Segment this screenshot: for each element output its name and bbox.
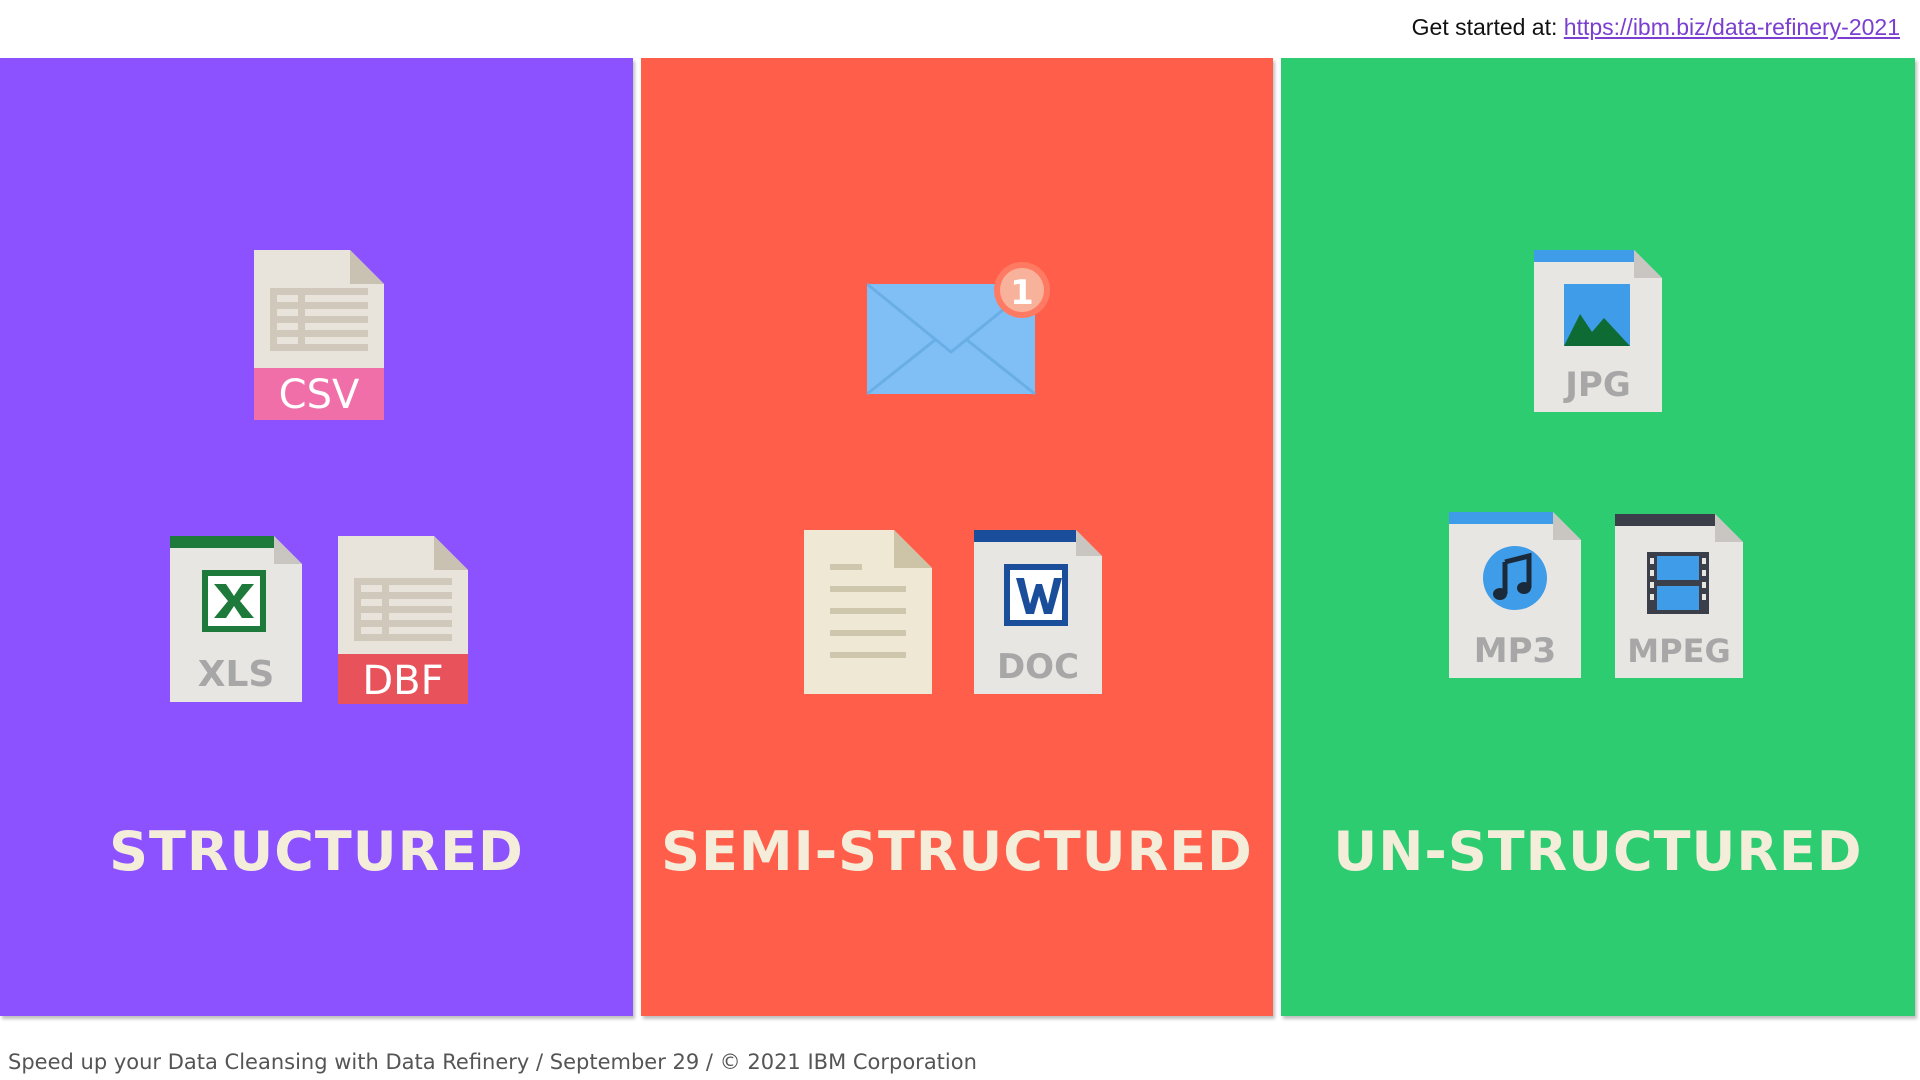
jpg-label: JPG — [1563, 365, 1630, 405]
get-started-label: Get started at: — [1411, 14, 1558, 40]
mpeg-label: MPEG — [1627, 632, 1730, 670]
envelope-icon: 1 — [867, 262, 1050, 396]
semi-structured-title: SEMI-STRUCTURED — [661, 820, 1253, 883]
dbf-label: DBF — [362, 658, 443, 704]
mp3-label: MP3 — [1474, 631, 1556, 671]
doc-file-icon: DOC — [974, 530, 1102, 694]
structured-title: STRUCTURED — [109, 820, 524, 883]
get-started-link[interactable]: https://ibm.biz/data-refinery-2021 — [1564, 14, 1900, 40]
mpeg-file-icon: MPEG — [1615, 514, 1743, 678]
footer-text: Speed up your Data Cleansing with Data R… — [8, 1050, 977, 1074]
xls-label: XLS — [198, 654, 275, 695]
dbf-file-icon: DBF — [338, 536, 468, 704]
csv-label: CSV — [279, 372, 360, 418]
structured-panel: CSV XLS DBF STRUCTURED — [0, 58, 633, 1016]
csv-file-icon: CSV — [254, 250, 384, 420]
semi-structured-panel: 1 DOC SEMI-STRUCTURED — [641, 58, 1273, 1016]
jpg-file-icon: JPG — [1534, 250, 1662, 412]
data-type-panels: CSV XLS DBF STRUCTURED 1 DOC SEMI-STRUCT… — [0, 58, 1915, 1016]
doc-label: DOC — [997, 647, 1079, 687]
get-started-bar: Get started at: https://ibm.biz/data-ref… — [1412, 14, 1900, 41]
xls-file-icon: XLS — [170, 536, 302, 702]
un-structured-panel: JPG MP3 MPEG UN-STRUCTURED — [1281, 58, 1915, 1016]
envelope-badge: 1 — [1010, 273, 1034, 313]
un-structured-title: UN-STRUCTURED — [1333, 820, 1863, 883]
text-document-icon — [804, 530, 932, 694]
mp3-file-icon: MP3 — [1449, 512, 1581, 678]
